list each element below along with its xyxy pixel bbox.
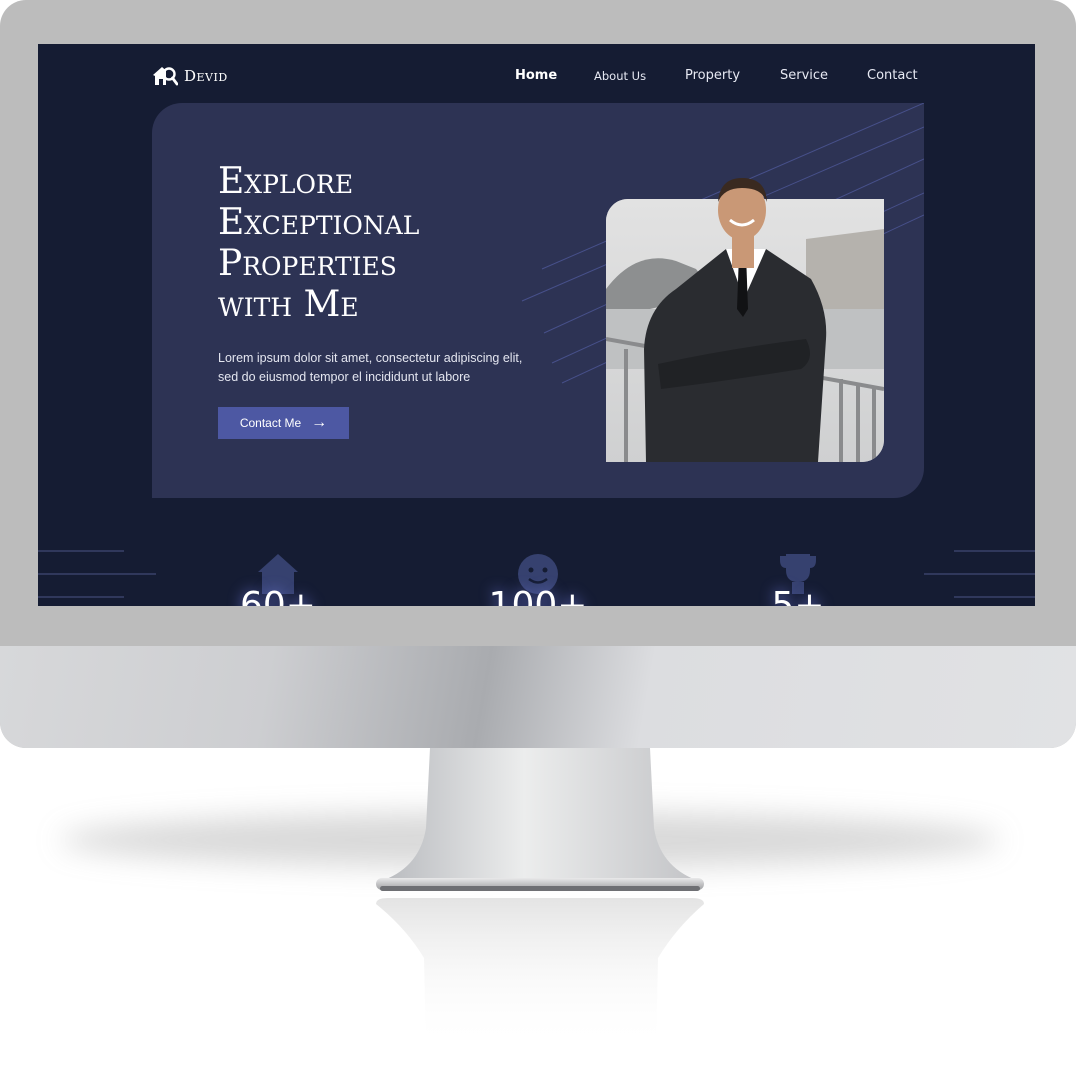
- hero-title: Explore Exceptional Properties with Me: [218, 161, 548, 325]
- stat-clients: 100+: [478, 550, 598, 606]
- stand-reflection: [376, 898, 704, 1048]
- main-nav: Home About Us Property Service Contact: [38, 68, 1035, 88]
- stat-value: 60+: [240, 585, 316, 607]
- hero-title-line: with Me: [218, 284, 359, 325]
- nav-about-us[interactable]: About Us: [594, 69, 646, 83]
- decorative-lines-right: [924, 550, 1035, 598]
- decorative-lines-left: [38, 550, 156, 598]
- arrow-right-icon: →: [311, 414, 328, 431]
- nav-contact[interactable]: Contact: [867, 68, 918, 83]
- hero-title-line: Explore: [218, 161, 354, 202]
- stat-value: 5+: [771, 585, 825, 607]
- monitor-chin: [0, 646, 1076, 748]
- agent-head: [718, 178, 767, 268]
- hero-title-line: Properties: [218, 243, 397, 284]
- hero-description: Lorem ipsum dolor sit amet, consectetur …: [218, 351, 523, 384]
- nav-property[interactable]: Property: [685, 68, 740, 83]
- monitor-stand: [376, 748, 704, 891]
- monitor: Devid Home About Us Property Service Con…: [0, 0, 1076, 748]
- contact-me-label: Contact Me: [239, 416, 302, 430]
- nav-service[interactable]: Service: [780, 68, 828, 83]
- stat-value: 100+: [488, 585, 588, 607]
- stat-awards: 5+: [738, 550, 858, 606]
- nav-home[interactable]: Home: [515, 68, 557, 83]
- website-screen: Devid Home About Us Property Service Con…: [38, 44, 1035, 606]
- hero-title-line: Exceptional: [218, 202, 420, 243]
- stat-properties: 60+: [218, 550, 338, 606]
- contact-me-button[interactable]: Contact Me →: [218, 407, 349, 439]
- hero-section: Explore Exceptional Properties with Me L…: [152, 103, 924, 498]
